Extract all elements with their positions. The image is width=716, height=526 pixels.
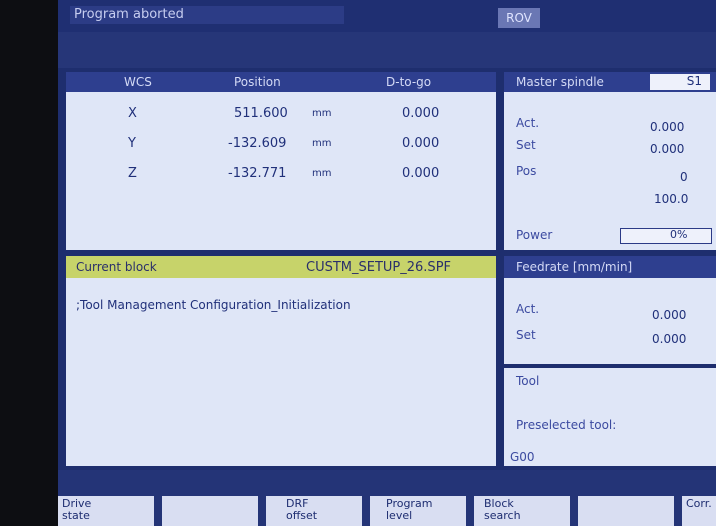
position-panel: WCS Position D-to-go X 511.600 mm 0.000 … <box>66 72 496 250</box>
softkey-block-search[interactable]: Block search <box>474 496 570 526</box>
status-bar: Program aborted ROV <box>58 0 716 32</box>
softkey-empty-2[interactable] <box>578 496 674 526</box>
softkey-empty-1[interactable] <box>162 496 258 526</box>
feed-set-label: Set <box>516 328 536 342</box>
spindle-title: Master spindle <box>516 75 604 89</box>
spindle-act-value: 0.000 <box>650 120 685 134</box>
g-code-label: G00 <box>510 450 535 464</box>
axis-label: X <box>128 106 137 121</box>
position-header-label: Position <box>234 75 281 89</box>
axis-unit: mm <box>312 108 332 119</box>
power-value: 0% <box>670 228 688 241</box>
axis-value: -132.609 <box>228 136 287 151</box>
spindle-act-label: Act. <box>516 116 540 130</box>
axis-dist: 0.000 <box>402 106 440 121</box>
axis-value: -132.771 <box>228 166 287 181</box>
axis-label: Z <box>128 166 137 181</box>
dist-header: D-to-go <box>386 75 432 89</box>
hmi-screen: Program aborted ROV WCS Position D-to-go… <box>58 0 716 526</box>
feed-act-value: 0.000 <box>652 308 687 322</box>
current-block-panel: Current block CUSTM_SETUP_26.SPF ;Tool M… <box>66 256 496 466</box>
softkey-drive-state[interactable]: Drive state <box>58 496 154 526</box>
block-line: ;Tool Management Configuration_Initializ… <box>76 298 351 312</box>
spindle-override: 100.0 <box>654 192 689 206</box>
softkey-program-level[interactable]: Program level <box>370 496 466 526</box>
spindle-id: S1 <box>650 74 710 90</box>
program-name: CUSTM_SETUP_26.SPF <box>306 260 452 275</box>
axis-label: Y <box>128 136 136 151</box>
axis-unit: mm <box>312 168 332 179</box>
spindle-set-value: 0.000 <box>650 142 685 156</box>
wcs-header: WCS <box>124 75 152 89</box>
spindle-set-label: Set <box>516 138 536 152</box>
axis-value: 511.600 <box>234 106 288 121</box>
axis-dist: 0.000 <box>402 166 440 181</box>
spindle-pos-value: 0 <box>680 170 688 184</box>
power-bar <box>620 228 712 244</box>
feed-title: Feedrate [mm/min] <box>516 260 633 274</box>
softkey-bar: Drive state DRF offset Program level Blo… <box>58 470 716 526</box>
tool-label: Tool <box>516 374 540 388</box>
axis-unit: mm <box>312 138 332 149</box>
program-status: Program aborted <box>70 6 344 24</box>
axis-dist: 0.000 <box>402 136 440 151</box>
softkey-drf-offset[interactable]: DRF offset <box>266 496 362 526</box>
preselected-label: Preselected tool: <box>516 418 617 432</box>
softkey-corr[interactable]: Corr. <box>682 496 716 526</box>
power-label: Power <box>516 228 553 242</box>
spindle-pos-label: Pos <box>516 164 537 178</box>
feed-set-value: 0.000 <box>652 332 687 346</box>
feedrate-panel: Feedrate [mm/min] Act. 0.000 Set 0.000 <box>504 256 716 364</box>
channel-indicator: ROV <box>498 8 540 28</box>
feed-act-label: Act. <box>516 302 540 316</box>
spindle-panel: Master spindle S1 Act. 0.000 Set 0.000 P… <box>504 72 716 250</box>
alarm-strip <box>58 32 716 68</box>
block-title: Current block <box>76 260 157 274</box>
tool-panel: Tool Preselected tool: G00 <box>504 368 716 466</box>
